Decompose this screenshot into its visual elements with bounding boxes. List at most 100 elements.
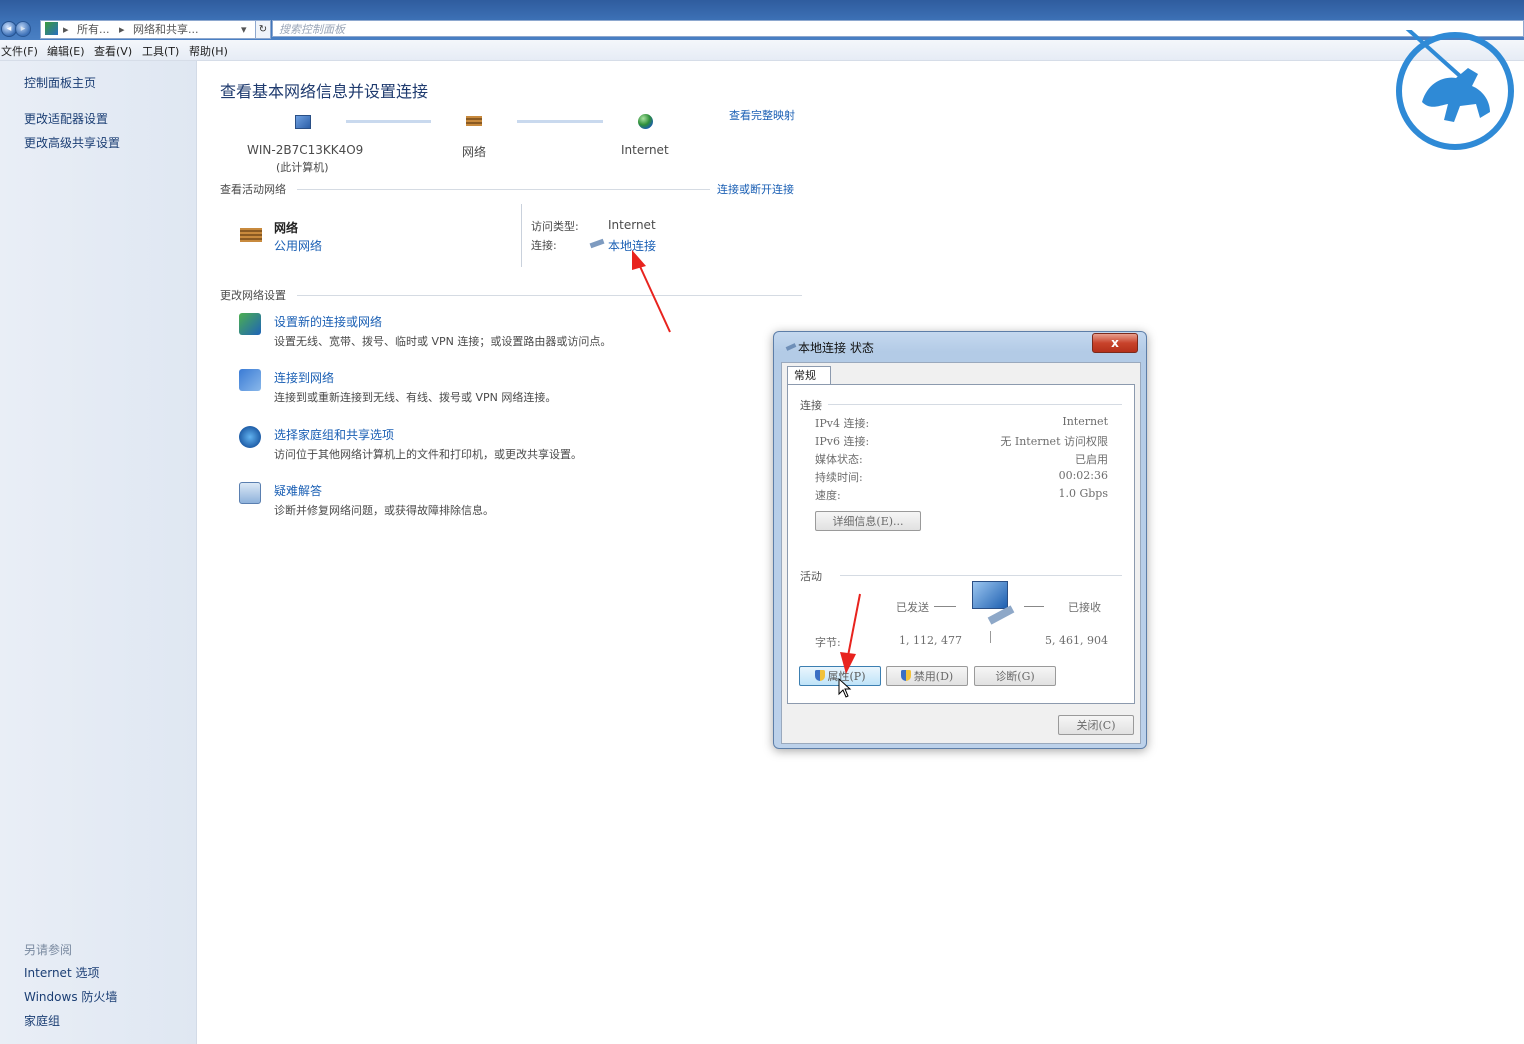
map-network-label: 网络 bbox=[462, 145, 487, 159]
sidebar-item-windows-firewall[interactable]: Windows 防火墙 bbox=[24, 988, 117, 1005]
control-panel-icon bbox=[45, 22, 58, 35]
sent-label: 已发送 bbox=[896, 601, 929, 614]
ethernet-cable-icon bbox=[589, 238, 605, 249]
troubleshoot-icon bbox=[239, 482, 261, 504]
speed-label: 速度: bbox=[815, 489, 841, 502]
change-settings-heading: 更改网络设置 bbox=[220, 289, 286, 302]
menu-file[interactable]: 文件(F) bbox=[1, 43, 38, 59]
ipv4-value: Internet bbox=[1062, 415, 1108, 428]
menu-bar: 文件(F) 编辑(E) 查看(V) 工具(T) 帮助(H) bbox=[0, 40, 1524, 61]
computer-icon bbox=[295, 115, 311, 129]
dialog-title: 本地连接 状态 bbox=[798, 341, 874, 355]
task-homegroup-link[interactable]: 选择家庭组和共享选项 bbox=[274, 426, 394, 443]
media-state-value: 已启用 bbox=[1075, 453, 1108, 466]
sidebar-item-control-panel-home[interactable]: 控制面板主页 bbox=[24, 74, 96, 91]
network-computers-icon bbox=[972, 581, 1008, 609]
dialog-body: 常规 连接 IPv4 连接: Internet IPv6 连接: 无 Inter… bbox=[781, 362, 1141, 744]
task-description: 诊断并修复网络问题，或获得故障排除信息。 bbox=[274, 504, 494, 517]
task-description: 设置无线、宽带、拨号、临时或 VPN 连接；或设置路由器或访问点。 bbox=[274, 335, 612, 348]
breadcrumb-dropdown-icon[interactable]: ▾ bbox=[241, 21, 247, 38]
divider bbox=[1024, 606, 1044, 607]
tab-general[interactable]: 常规 bbox=[787, 366, 831, 384]
network-bench-icon bbox=[240, 228, 262, 242]
map-connector-line bbox=[517, 120, 603, 123]
network-type-link[interactable]: 公用网络 bbox=[274, 237, 322, 254]
watermark-logo-icon bbox=[1394, 22, 1516, 155]
computer-sub-label: (此计算机) bbox=[276, 161, 329, 174]
dialog-close-button[interactable]: x bbox=[1092, 333, 1138, 353]
menu-help[interactable]: 帮助(H) bbox=[189, 43, 228, 59]
sidebar-item-adapter-settings[interactable]: 更改适配器设置 bbox=[24, 110, 108, 127]
sidebar-item-advanced-sharing[interactable]: 更改高级共享设置 bbox=[24, 134, 120, 151]
ipv6-label: IPv6 连接: bbox=[815, 435, 870, 448]
connect-network-icon bbox=[239, 369, 261, 391]
see-also-heading: 另请参阅 bbox=[24, 943, 73, 957]
task-description: 访问位于其他网络计算机上的文件和打印机，或更改共享设置。 bbox=[274, 448, 582, 461]
diagnose-button[interactable]: 诊断(G) bbox=[974, 666, 1056, 686]
map-connector-line bbox=[346, 120, 431, 123]
ipv6-value: 无 Internet 访问权限 bbox=[1000, 435, 1108, 448]
network-bench-icon bbox=[466, 116, 482, 126]
forward-button[interactable]: ▸ bbox=[15, 21, 31, 37]
breadcrumb-item-network[interactable]: 网络和共享... bbox=[133, 21, 199, 38]
active-network-name: 网络 bbox=[274, 221, 299, 235]
task-connect-network-link[interactable]: 连接到网络 bbox=[274, 369, 334, 386]
menu-view[interactable]: 查看(V) bbox=[94, 43, 132, 59]
task-description: 连接到或重新连接到无线、有线、拨号或 VPN 网络连接。 bbox=[274, 391, 557, 404]
breadcrumb-separator: ▸ bbox=[119, 23, 125, 36]
divider bbox=[934, 606, 956, 607]
close-button[interactable]: 关闭(C) bbox=[1058, 715, 1134, 735]
active-networks-heading: 查看活动网络 bbox=[220, 183, 286, 196]
refresh-button[interactable]: ↻ bbox=[255, 20, 271, 39]
access-type-value: Internet bbox=[608, 218, 656, 232]
annotation-arrow-icon bbox=[626, 250, 676, 336]
divider bbox=[521, 204, 522, 267]
annotation-arrow-icon bbox=[838, 592, 868, 676]
map-internet-label: Internet bbox=[621, 143, 669, 157]
duration-value: 00:02:36 bbox=[1058, 469, 1108, 482]
details-button[interactable]: 详细信息(E)... bbox=[815, 511, 921, 531]
disable-button[interactable]: 禁用(D) bbox=[886, 666, 968, 686]
task-troubleshoot-link[interactable]: 疑难解答 bbox=[274, 482, 322, 499]
ethernet-cable-icon bbox=[785, 343, 797, 351]
task-new-connection-link[interactable]: 设置新的连接或网络 bbox=[274, 313, 382, 330]
sidebar-item-internet-options[interactable]: Internet 选项 bbox=[24, 964, 99, 981]
uac-shield-icon bbox=[900, 670, 911, 681]
divider bbox=[840, 575, 1122, 576]
mouse-cursor-icon bbox=[838, 677, 852, 701]
divider bbox=[990, 631, 991, 643]
internet-globe-icon bbox=[638, 114, 653, 129]
speed-value: 1.0 Gbps bbox=[1058, 487, 1108, 500]
disable-button-label: 禁用(D) bbox=[913, 670, 954, 683]
breadcrumb-separator: ▸ bbox=[63, 23, 69, 36]
divider bbox=[828, 404, 1122, 405]
divider bbox=[297, 295, 802, 296]
breadcrumb-item-all[interactable]: 所有... bbox=[77, 21, 110, 38]
breadcrumb[interactable]: ▸ 所有... ▸ 网络和共享... ▾ bbox=[40, 20, 256, 39]
new-connection-icon bbox=[239, 313, 261, 335]
connection-section-heading: 连接 bbox=[800, 399, 822, 412]
page-title: 查看基本网络信息并设置连接 bbox=[220, 82, 429, 101]
local-connection-status-dialog: 本地连接 状态 x 常规 连接 IPv4 连接: Internet IPv6 连… bbox=[773, 331, 1147, 749]
bytes-received-value: 5, 461, 904 bbox=[1045, 634, 1108, 647]
divider bbox=[297, 189, 710, 190]
media-state-label: 媒体状态: bbox=[815, 453, 863, 466]
sidebar: 控制面板主页 更改适配器设置 更改高级共享设置 另请参阅 Internet 选项… bbox=[0, 61, 197, 1044]
bytes-sent-value: 1, 112, 477 bbox=[899, 634, 962, 647]
connect-disconnect-link[interactable]: 连接或断开连接 bbox=[717, 181, 794, 197]
ipv4-label: IPv4 连接: bbox=[815, 417, 870, 430]
activity-section-heading: 活动 bbox=[800, 570, 822, 583]
computer-name: WIN-2B7C13KK4O9 bbox=[247, 143, 364, 157]
view-full-map-link[interactable]: 查看完整映射 bbox=[729, 107, 795, 123]
duration-label: 持续时间: bbox=[815, 471, 863, 484]
bytes-label: 字节: bbox=[815, 636, 841, 649]
search-input[interactable]: 搜索控制面板 bbox=[272, 20, 1524, 37]
homegroup-icon bbox=[239, 426, 261, 448]
access-type-label: 访问类型: bbox=[531, 220, 579, 233]
address-bar: ◂ ▸ ▸ 所有... ▸ 网络和共享... ▾ ↻ 搜索控制面板 bbox=[0, 0, 1524, 40]
sidebar-item-homegroup[interactable]: 家庭组 bbox=[24, 1012, 60, 1029]
menu-tools[interactable]: 工具(T) bbox=[142, 43, 179, 59]
connections-label: 连接: bbox=[531, 239, 557, 252]
uac-shield-icon bbox=[814, 670, 825, 681]
menu-edit[interactable]: 编辑(E) bbox=[47, 43, 85, 59]
